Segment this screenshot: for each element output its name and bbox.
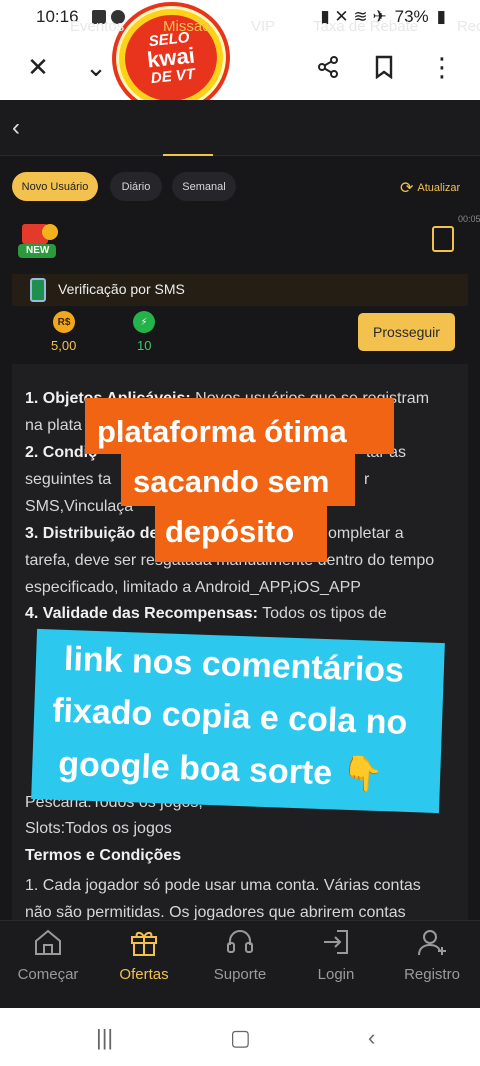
orange-caption-line2: sacando sem <box>133 464 330 499</box>
nav-suporte-label: Suporte <box>213 966 267 983</box>
document-history-icon[interactable] <box>432 226 454 252</box>
home-button-icon[interactable]: ▢ <box>230 1025 251 1051</box>
active-tab-indicator <box>163 154 213 156</box>
headset-icon <box>227 930 253 953</box>
nav-ofertas-label: Ofertas <box>119 966 169 983</box>
nav-ofertas[interactable]: Ofertas <box>104 928 184 983</box>
refresh-button[interactable]: ⟳ Atualizar <box>400 178 460 198</box>
tab-eventos[interactable]: Eventos <box>70 18 124 35</box>
orange-caption-line1: plataforma ótima <box>97 414 347 449</box>
rule-4-text: Todos os tipos de <box>258 605 387 622</box>
nav-registro[interactable]: Registro <box>392 928 472 983</box>
nav-suporte[interactable]: Suporte <box>200 928 280 983</box>
close-icon[interactable]: ✕ <box>20 49 56 85</box>
more-menu-icon[interactable]: ⋮ <box>424 49 460 85</box>
terms-line1: 1. Cada jogador só pode usar uma conta. … <box>25 877 421 894</box>
phone-sms-icon <box>30 278 46 302</box>
gift-icon <box>131 931 157 956</box>
rule-1-line2: na plata <box>25 417 82 434</box>
share-icon[interactable] <box>310 49 346 85</box>
chip-novo-usuario[interactable]: Novo Usuário <box>12 172 98 201</box>
money-reward-icon: R$ <box>53 311 75 333</box>
task-title: Verificação por SMS <box>58 281 185 297</box>
recent-apps-icon[interactable]: ||| <box>96 1025 113 1051</box>
chevron-down-icon[interactable]: ⌄ <box>78 49 114 85</box>
nav-comecar-label: Começar <box>17 966 79 983</box>
bookmark-icon[interactable] <box>366 49 402 85</box>
add-user-icon <box>418 930 446 956</box>
battery-icon: ▮ <box>436 7 446 26</box>
nav-comecar[interactable]: Começar <box>8 928 88 983</box>
terms-title: Termos e Condições <box>25 847 182 864</box>
browser-toolbar: ✕ ⌄ ⋮ <box>0 34 480 100</box>
blue-caption-line2: fixado copia e cola no <box>51 691 408 742</box>
home-icon <box>35 929 61 955</box>
login-icon <box>324 930 348 954</box>
money-reward-value: 5,00 <box>51 338 77 353</box>
orange-caption-line3: depósito <box>165 514 295 549</box>
blue-caption-overlay: link nos comentários fixado copia e cola… <box>31 628 445 814</box>
rule-3-line3: especificado, limitado a Android_APP,iOS… <box>25 579 361 596</box>
rule-slots: Slots:Todos os jogos <box>25 820 172 837</box>
proceed-button[interactable]: Prosseguir <box>358 313 455 351</box>
tab-bar <box>0 100 480 156</box>
back-arrow-icon[interactable]: ‹ <box>12 114 20 142</box>
new-badge-text: NEW <box>26 245 50 256</box>
blue-caption-line3: google boa sorte 👇 <box>57 744 385 795</box>
new-user-badge-icon: NEW <box>18 218 62 260</box>
system-back-icon[interactable]: ‹ <box>368 1025 375 1051</box>
energy-reward-icon: ⚡ <box>133 311 155 333</box>
timestamp: 00:05 <box>458 214 480 224</box>
sticker-line3: DE VT <box>150 65 196 88</box>
refresh-icon: ⟳ <box>400 180 414 197</box>
tab-missao[interactable]: Missão <box>163 18 211 35</box>
chip-semanal[interactable]: Semanal <box>172 172 236 201</box>
tab-rec[interactable]: Rec <box>457 18 480 35</box>
nav-registro-label: Registro <box>404 966 460 983</box>
nav-login-label: Login <box>317 966 355 983</box>
tab-vip[interactable]: VIP <box>251 18 275 35</box>
rule-4-label: 4. Validade das Recompensas: <box>25 605 258 622</box>
blue-caption-line1: link nos comentários <box>63 639 405 690</box>
nav-login[interactable]: Login <box>296 928 376 983</box>
points-reward-value: 10 <box>137 338 152 353</box>
rule-4-line1: 4. Validade das Recompensas: Todos os ti… <box>25 605 387 623</box>
tab-taxa-rebate[interactable]: Taxa de Rebate <box>313 18 418 35</box>
chip-diario[interactable]: Diário <box>110 172 162 201</box>
orange-caption-overlay: plataforma ótima sacando sem depósito <box>85 398 394 563</box>
refresh-label: Atualizar <box>417 182 461 194</box>
system-nav-bar: ||| ▢ ‹ <box>0 1008 480 1066</box>
